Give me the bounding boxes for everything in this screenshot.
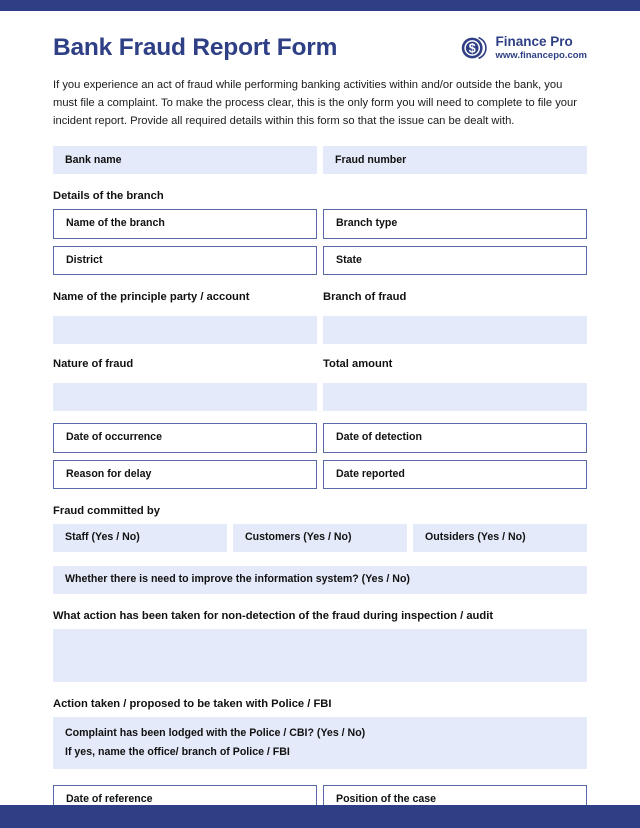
field-fraud-number[interactable]: Fraud number	[323, 146, 587, 175]
row-bank-identity: Bank name Fraud number	[53, 146, 587, 175]
label-nature-of-fraud: Nature of fraud	[53, 358, 134, 371]
field-outsiders[interactable]: Outsiders (Yes / No)	[413, 523, 587, 552]
field-date-of-occurrence[interactable]: Date of occurrence	[53, 423, 317, 453]
row-improve-system: Whether there is need to improve the inf…	[53, 565, 587, 594]
row-police-complaint: Complaint has been lodged with the Polic…	[53, 716, 587, 769]
page-title: Bank Fraud Report Form	[53, 34, 338, 61]
police-complaint-line-2: If yes, name the office/ branch of Polic…	[65, 745, 290, 758]
brand-lockup: $ Finance Pro www.financepo.com	[460, 31, 588, 62]
input-nature-of-fraud[interactable]	[53, 383, 317, 412]
brand-url: www.financepo.com	[495, 50, 588, 62]
field-staff[interactable]: Staff (Yes / No)	[53, 523, 227, 552]
row-branch-name-type: Name of the branch Branch type	[53, 209, 587, 239]
label-principle-party: Name of the principle party / account	[53, 291, 250, 304]
row-nature-inputs	[53, 383, 587, 412]
input-total-amount[interactable]	[323, 383, 587, 412]
row-delay-reported: Reason for delay Date reported	[53, 459, 587, 489]
input-non-detection-action[interactable]	[53, 628, 587, 682]
field-state[interactable]: State	[323, 245, 587, 276]
field-date-reported[interactable]: Date reported	[323, 459, 587, 489]
field-bank-name[interactable]: Bank name	[53, 146, 317, 175]
row-occurrence-detection: Date of occurrence Date of detection	[53, 423, 587, 453]
brand-name: Finance Pro	[495, 34, 573, 50]
field-reason-for-delay[interactable]: Reason for delay	[53, 459, 317, 489]
row-district-state: District State	[53, 245, 587, 276]
police-complaint-line-1: Complaint has been lodged with the Polic…	[65, 726, 366, 739]
field-date-of-detection[interactable]: Date of detection	[323, 423, 587, 453]
field-name-of-branch[interactable]: Name of the branch	[53, 209, 317, 239]
row-non-detection-input	[53, 628, 587, 682]
label-total-amount: Total amount	[323, 358, 393, 371]
heading-non-detection-action: What action has been taken for non-detec…	[53, 609, 494, 622]
page-header: Bank Fraud Report Form $ Finance Pro www…	[53, 31, 587, 62]
form-page: Bank Fraud Report Form $ Finance Pro www…	[0, 0, 640, 828]
row-party-labels: Name of the principle party / account Br…	[53, 291, 587, 309]
heading-fraud-committed-by: Fraud committed by	[53, 504, 160, 517]
form-content: Bank Fraud Report Form $ Finance Pro www…	[0, 11, 640, 828]
brand-text: Finance Pro www.financepo.com	[496, 34, 588, 61]
top-accent-bar	[0, 0, 640, 11]
field-improve-information-system[interactable]: Whether there is need to improve the inf…	[53, 565, 587, 594]
input-branch-of-fraud[interactable]	[323, 316, 587, 345]
heading-police-action: Action taken / proposed to be taken with…	[53, 697, 332, 710]
row-nature-labels: Nature of fraud Total amount	[53, 358, 587, 376]
field-district[interactable]: District	[53, 245, 317, 276]
row-party-inputs	[53, 316, 587, 345]
label-branch-of-fraud: Branch of fraud	[323, 291, 407, 304]
dollar-coin-icon: $	[460, 34, 488, 62]
field-customers[interactable]: Customers (Yes / No)	[233, 523, 407, 552]
field-branch-type[interactable]: Branch type	[323, 209, 587, 239]
svg-text:$: $	[468, 42, 475, 56]
heading-branch-details: Details of the branch	[53, 190, 164, 203]
input-principle-party[interactable]	[53, 316, 317, 345]
field-police-complaint[interactable]: Complaint has been lodged with the Polic…	[53, 716, 587, 769]
intro-paragraph: If you experience an act of fraud while …	[53, 79, 577, 128]
row-committed-by-options: Staff (Yes / No) Customers (Yes / No) Ou…	[53, 523, 587, 552]
bottom-accent-bar	[0, 805, 640, 828]
